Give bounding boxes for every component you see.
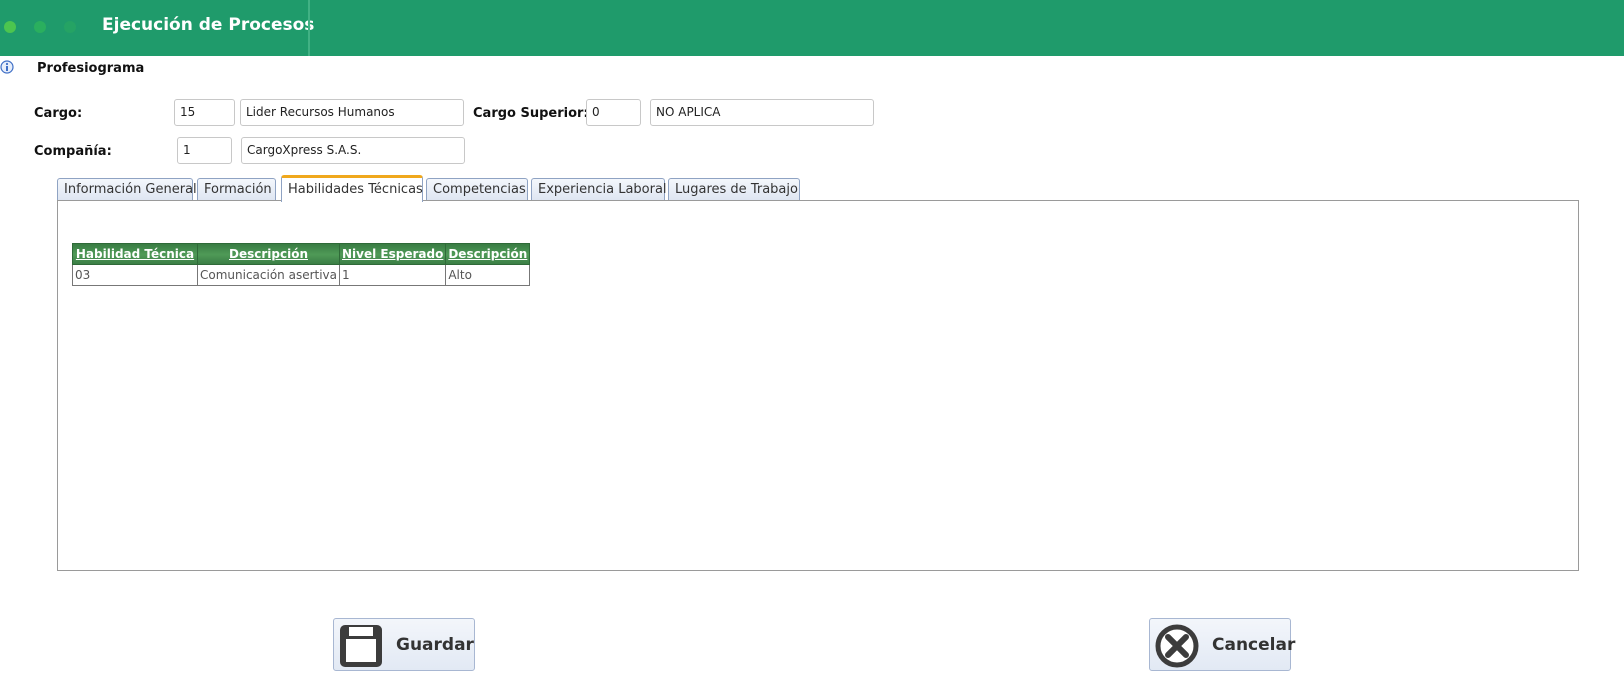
title-bar: Ejecución de Procesos: [0, 0, 1624, 56]
compania-label: Compañía:: [34, 144, 112, 159]
cancel-circle-icon: [1155, 624, 1199, 668]
habilidades-table: Habilidad Técnica Descripción Nivel Espe…: [72, 243, 531, 286]
column-header-descripcion-nivel[interactable]: Descripción: [445, 243, 531, 265]
tab-habilidades-tecnicas[interactable]: Habilidades Técnicas: [281, 175, 423, 202]
save-button[interactable]: Guardar: [333, 618, 475, 671]
cell-habilidad-tecnica: 03: [72, 264, 198, 286]
compania-code-field[interactable]: 1: [177, 137, 232, 164]
cargo-label: Cargo:: [34, 106, 83, 121]
cargo-superior-code-field[interactable]: 0: [586, 99, 641, 126]
app-title: Ejecución de Procesos: [102, 15, 315, 35]
cargo-code-field[interactable]: 15: [174, 99, 235, 126]
tab-informacion-general[interactable]: Información General: [57, 178, 197, 200]
section-title: Profesiograma: [37, 61, 145, 76]
table-row[interactable]: 03 Comunicación asertiva 1 Alto: [72, 264, 531, 286]
cargo-name-field[interactable]: Lider Recursos Humanos: [240, 99, 464, 126]
tab-formacion[interactable]: Formación: [197, 178, 276, 200]
window-dot-icon: [64, 21, 76, 33]
tab-competencias[interactable]: Competencias: [426, 178, 528, 200]
window-dot-icon: [4, 21, 16, 33]
tab-experiencia-laboral[interactable]: Experiencia Laboral: [531, 178, 667, 200]
cargo-superior-label: Cargo Superior:: [473, 106, 589, 121]
tab-lugares-de-trabajo[interactable]: Lugares de Trabajo: [668, 178, 800, 200]
compania-name-field[interactable]: CargoXpress S.A.S.: [241, 137, 465, 164]
table-header-row: Habilidad Técnica Descripción Nivel Espe…: [72, 243, 531, 265]
title-divider: [308, 0, 310, 56]
floppy-disk-icon: [340, 625, 382, 667]
column-header-habilidad-tecnica[interactable]: Habilidad Técnica: [72, 243, 198, 265]
column-header-nivel-esperado[interactable]: Nivel Esperado: [339, 243, 447, 265]
cancel-button-label: Cancelar: [1212, 635, 1296, 655]
info-icon: [0, 60, 14, 74]
cell-nivel-esperado: 1: [339, 264, 447, 286]
save-button-label: Guardar: [396, 635, 474, 655]
cancel-button[interactable]: Cancelar: [1149, 618, 1295, 671]
cell-descripcion-nivel: Alto: [445, 264, 531, 286]
window-dot-icon: [34, 21, 46, 33]
column-header-descripcion[interactable]: Descripción: [196, 243, 341, 265]
cargo-superior-name-field[interactable]: NO APLICA: [650, 99, 874, 126]
cell-descripcion: Comunicación asertiva: [196, 264, 341, 286]
